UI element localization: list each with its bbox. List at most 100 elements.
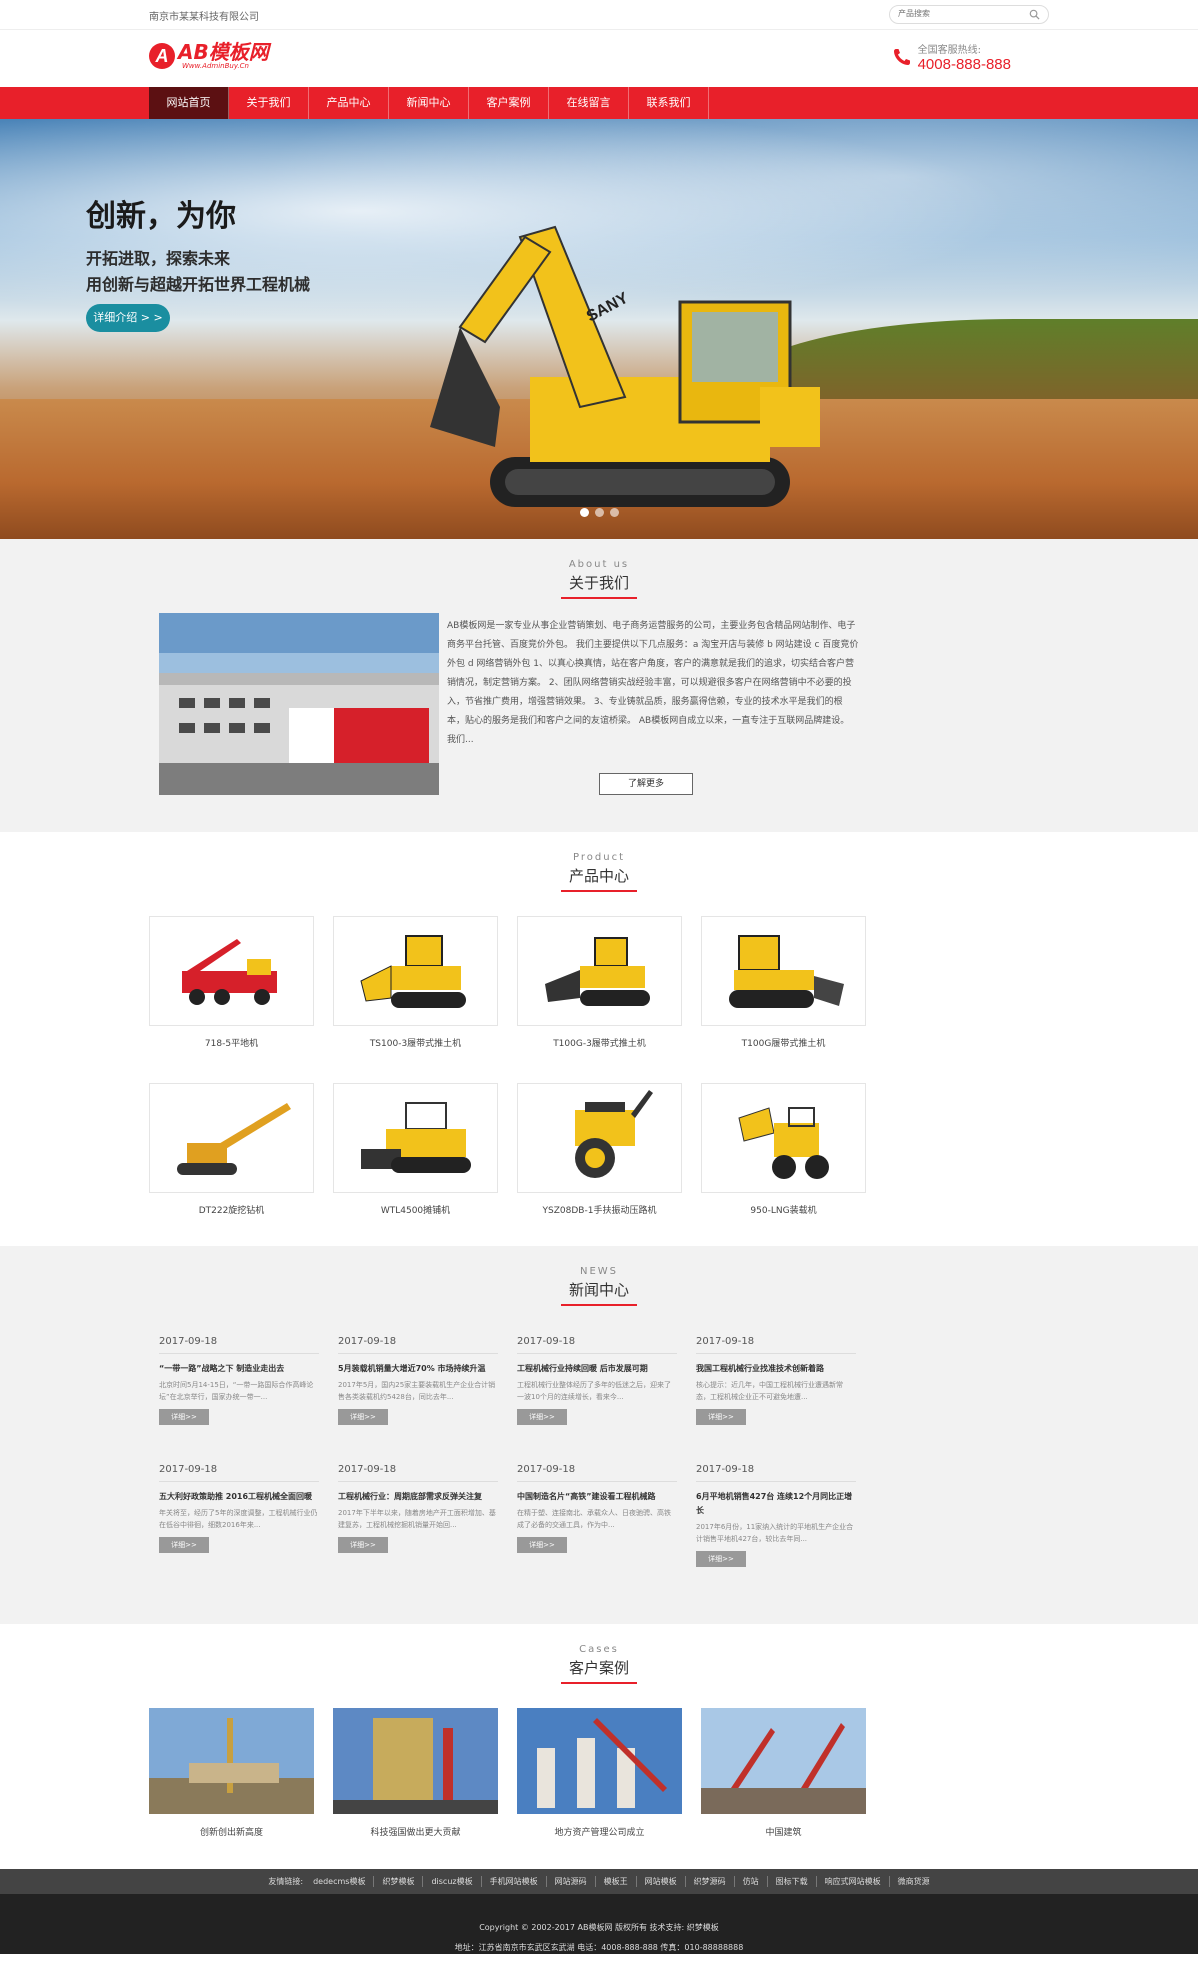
section-subtitle: About us [568, 559, 630, 570]
product-card[interactable]: YSZ08DB-1手扶振动压路机 [517, 1083, 682, 1225]
news-summary: 2017年6月份，11家纳入统计的平地机生产企业合计销售平地机427台，较比去年… [696, 1523, 854, 1543]
news-item[interactable]: 2017-09-18 5月装载机销量大增近70% 市场持续升温 2017年5月，… [338, 1336, 498, 1464]
news-title[interactable]: 工程机械行业持续回暖 后市发展可期 [517, 1362, 677, 1376]
logo-title: AB模板网 [178, 40, 269, 64]
case-image [333, 1708, 498, 1814]
site-logo[interactable]: A AB模板网 Www.AdminBuy.Cn [149, 42, 269, 70]
case-name: 中国建筑 [765, 1828, 802, 1838]
news-title[interactable]: 5月装载机销量大增近70% 市场持续升温 [338, 1362, 498, 1376]
friend-link[interactable]: 网站源码 [547, 1876, 596, 1887]
product-image [701, 916, 866, 1026]
news-details-button[interactable]: 详细>> [696, 1551, 746, 1567]
section-subtitle: NEWS [579, 1266, 619, 1277]
nav-item-news[interactable]: 新闻中心 [389, 87, 469, 119]
learn-more-button[interactable]: 了解更多 [599, 773, 693, 795]
slider-dot[interactable] [595, 508, 604, 517]
product-card[interactable]: DT222旋挖钻机 [149, 1083, 314, 1225]
news-item[interactable]: 2017-09-18 我国工程机械行业找准技术创新着路 核心提示：近几年，中国工… [696, 1336, 856, 1464]
search-box[interactable] [889, 5, 1049, 24]
friend-link[interactable]: 微商货源 [890, 1876, 938, 1887]
case-card[interactable]: 科技强国做出更大贡献 [333, 1708, 498, 1838]
friend-link[interactable]: 响应式网站模板 [817, 1876, 890, 1887]
news-details-button[interactable]: 详细>> [517, 1409, 567, 1425]
product-card[interactable]: T100G履带式推土机 [701, 916, 866, 1058]
product-card[interactable]: TS100-3履带式推土机 [333, 916, 498, 1058]
friend-link[interactable]: discuz模板 [423, 1876, 482, 1887]
news-details-button[interactable]: 详细>> [696, 1409, 746, 1425]
news-details-button[interactable]: 详细>> [338, 1409, 388, 1425]
section-title: 关于我们 [560, 572, 637, 599]
slider-dots [580, 508, 619, 517]
product-image [517, 1083, 682, 1193]
product-card[interactable]: 950-LNG装载机 [701, 1083, 866, 1225]
nav-item-contact[interactable]: 联系我们 [629, 87, 709, 119]
search-input[interactable] [898, 9, 1018, 18]
section-subtitle: Cases [579, 1644, 619, 1655]
news-item[interactable]: 2017-09-18 工程机械行业持续回暖 后市发展可期 工程机械行业整体经历了… [517, 1336, 677, 1464]
news-details-button[interactable]: 详细>> [159, 1409, 209, 1425]
news-title[interactable]: “一带一路”战略之下 制造业走出去 [159, 1362, 319, 1376]
friend-link[interactable]: 仿站 [735, 1876, 768, 1887]
product-name: 718-5平地机 [204, 1039, 259, 1049]
products-section: Product 产品中心 718-5平地机 TS100-3履带式推土机 T100… [0, 832, 1198, 1246]
search-icon[interactable] [1029, 9, 1040, 20]
nav-item-products[interactable]: 产品中心 [309, 87, 389, 119]
product-image [149, 916, 314, 1026]
news-date: 2017-09-18 [159, 1336, 319, 1354]
friend-link[interactable]: 模板王 [596, 1876, 637, 1887]
product-card[interactable]: WTL4500摊铺机 [333, 1083, 498, 1225]
friend-link[interactable]: 手机网站模板 [482, 1876, 547, 1887]
case-name: 科技强国做出更大贡献 [370, 1828, 461, 1838]
address-text: 地址：江苏省南京市玄武区玄武湖 电话：4008-888-888 传真：010-8… [454, 1943, 744, 1952]
friend-link[interactable]: 网站模板 [637, 1876, 686, 1887]
news-title[interactable]: 6月平地机销售427台 连续12个月同比正增长 [696, 1490, 856, 1518]
news-item[interactable]: 2017-09-18 工程机械行业：周期底部需求反弹关注复 2017年下半年以来… [338, 1464, 498, 1592]
product-image [701, 1083, 866, 1193]
hotline-label: 全国客服热线: [917, 45, 981, 56]
friend-link[interactable]: 织梦源码 [686, 1876, 735, 1887]
nav-item-message[interactable]: 在线留言 [549, 87, 629, 119]
friend-link[interactable]: 图标下载 [768, 1876, 817, 1887]
news-summary: 2017年下半年以来，随着房地产开工面积增加、基建复苏，工程机械挖掘机销量开始回… [338, 1509, 496, 1529]
news-summary: 核心提示：近几年，中国工程机械行业遭遇新常态，工程机械企业正不可避免地遭... [696, 1381, 843, 1401]
nav-item-about[interactable]: 关于我们 [229, 87, 309, 119]
product-image [333, 916, 498, 1026]
phone-icon [893, 49, 910, 65]
news-title[interactable]: 中国制造名片“高铁”建设看工程机械路 [517, 1490, 677, 1504]
news-details-button[interactable]: 详细>> [517, 1537, 567, 1553]
nav-item-cases[interactable]: 客户案例 [469, 87, 549, 119]
slider-dot[interactable] [610, 508, 619, 517]
product-name: WTL4500摊铺机 [380, 1206, 451, 1216]
case-name: 创新创出新高度 [199, 1828, 263, 1838]
news-title[interactable]: 工程机械行业：周期底部需求反弹关注复 [338, 1490, 498, 1504]
friend-link[interactable]: dedecms模板 [305, 1876, 375, 1887]
nav-item-home[interactable]: 网站首页 [149, 87, 229, 119]
news-date: 2017-09-18 [696, 1336, 856, 1354]
news-details-button[interactable]: 详细>> [159, 1537, 209, 1553]
news-summary: 在精于塑、连接南北、承载众人、日夜驰骋、高铁成了必备的交通工具，作为中... [517, 1509, 671, 1529]
friend-link[interactable]: 织梦模板 [374, 1876, 424, 1887]
product-card[interactable]: T100G-3履带式推土机 [517, 916, 682, 1058]
excavator-illustration: SANY [430, 225, 820, 507]
news-title[interactable]: 五大利好政策助推 2016工程机械全面回暖 [159, 1490, 319, 1504]
section-title: 客户案例 [560, 1657, 637, 1684]
logo-mark: A [149, 43, 175, 69]
news-summary: 北京时间5月14-15日，“一带一路国际合作高峰论坛”在北京举行，国家办统一带一… [159, 1381, 314, 1401]
news-item[interactable]: 2017-09-18 中国制造名片“高铁”建设看工程机械路 在精于塑、连接南北、… [517, 1464, 677, 1592]
case-card[interactable]: 创新创出新高度 [149, 1708, 314, 1838]
case-card[interactable]: 中国建筑 [701, 1708, 866, 1838]
company-building-image [159, 613, 439, 795]
banner-line-2: 用创新与超越开拓世界工程机械 [86, 275, 311, 294]
news-item[interactable]: 2017-09-18 “一带一路”战略之下 制造业走出去 北京时间5月14-15… [159, 1336, 319, 1464]
news-details-button[interactable]: 详细>> [338, 1537, 388, 1553]
news-date: 2017-09-18 [517, 1336, 677, 1354]
banner-details-button[interactable]: 详细介绍 > > [86, 304, 170, 332]
case-card[interactable]: 地方资产管理公司成立 [517, 1708, 682, 1838]
news-item[interactable]: 2017-09-18 五大利好政策助推 2016工程机械全面回暖 年关将至，经历… [159, 1464, 319, 1592]
excavator-brand-label: SANY [584, 289, 632, 325]
product-card[interactable]: 718-5平地机 [149, 916, 314, 1058]
news-title[interactable]: 我国工程机械行业找准技术创新着路 [696, 1362, 856, 1376]
case-image [149, 1708, 314, 1814]
slider-dot[interactable] [580, 508, 589, 517]
news-item[interactable]: 2017-09-18 6月平地机销售427台 连续12个月同比正增长 2017年… [696, 1464, 856, 1592]
